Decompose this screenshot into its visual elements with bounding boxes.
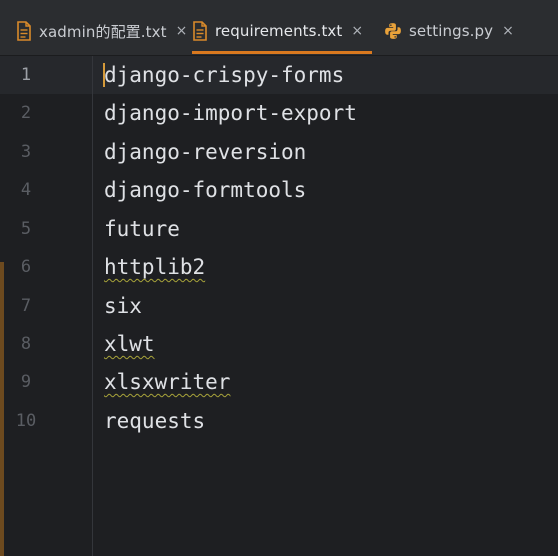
line-number: 6: [20, 257, 32, 277]
close-icon[interactable]: ×: [502, 24, 514, 38]
code-editor[interactable]: 1 2 3 4 5 6 7 8 9 10 django-crispy-forms…: [0, 56, 558, 556]
line-number: 1: [20, 65, 32, 85]
line-number: 7: [20, 296, 32, 316]
indent-guide: [92, 56, 93, 556]
code-line[interactable]: six: [104, 287, 142, 325]
code-line-misspelled[interactable]: httplib2: [104, 248, 205, 286]
close-icon[interactable]: ×: [176, 24, 188, 38]
close-icon[interactable]: ×: [351, 24, 363, 38]
tab-requirements[interactable]: requirements.txt ×: [192, 8, 372, 54]
code-line[interactable]: django-import-export: [104, 94, 357, 132]
code-line-misspelled[interactable]: xlwt: [104, 325, 155, 363]
text-file-icon: [193, 21, 207, 41]
tab-settings-py[interactable]: settings.py ×: [384, 8, 514, 54]
tab-label: settings.py: [409, 22, 494, 40]
tab-label: requirements.txt: [215, 22, 343, 40]
line-number: 10: [15, 411, 37, 431]
line-number-gutter: 1 2 3 4 5 6 7 8 9 10: [0, 56, 64, 556]
line-number: 2: [20, 103, 32, 123]
code-line[interactable]: django-reversion: [104, 133, 306, 171]
text-cursor: [103, 63, 105, 87]
code-line[interactable]: future: [104, 210, 180, 248]
editor-tab-bar: xadmin的配置.txt × requirements.txt × setti…: [0, 0, 558, 56]
line-number: 9: [20, 372, 32, 392]
line-number: 8: [20, 334, 32, 354]
line-number: 3: [20, 142, 32, 162]
code-line[interactable]: django-crispy-forms: [104, 56, 344, 94]
code-line[interactable]: requests: [104, 402, 205, 440]
tab-label: xadmin的配置.txt: [39, 22, 167, 41]
python-icon: [385, 23, 401, 39]
tab-xadmin-config[interactable]: xadmin的配置.txt ×: [16, 8, 188, 54]
line-number: 5: [20, 219, 32, 239]
text-file-icon: [17, 21, 31, 41]
line-number: 4: [20, 180, 32, 200]
code-line-misspelled[interactable]: xlsxwriter: [104, 363, 230, 401]
code-line[interactable]: django-formtools: [104, 171, 306, 209]
